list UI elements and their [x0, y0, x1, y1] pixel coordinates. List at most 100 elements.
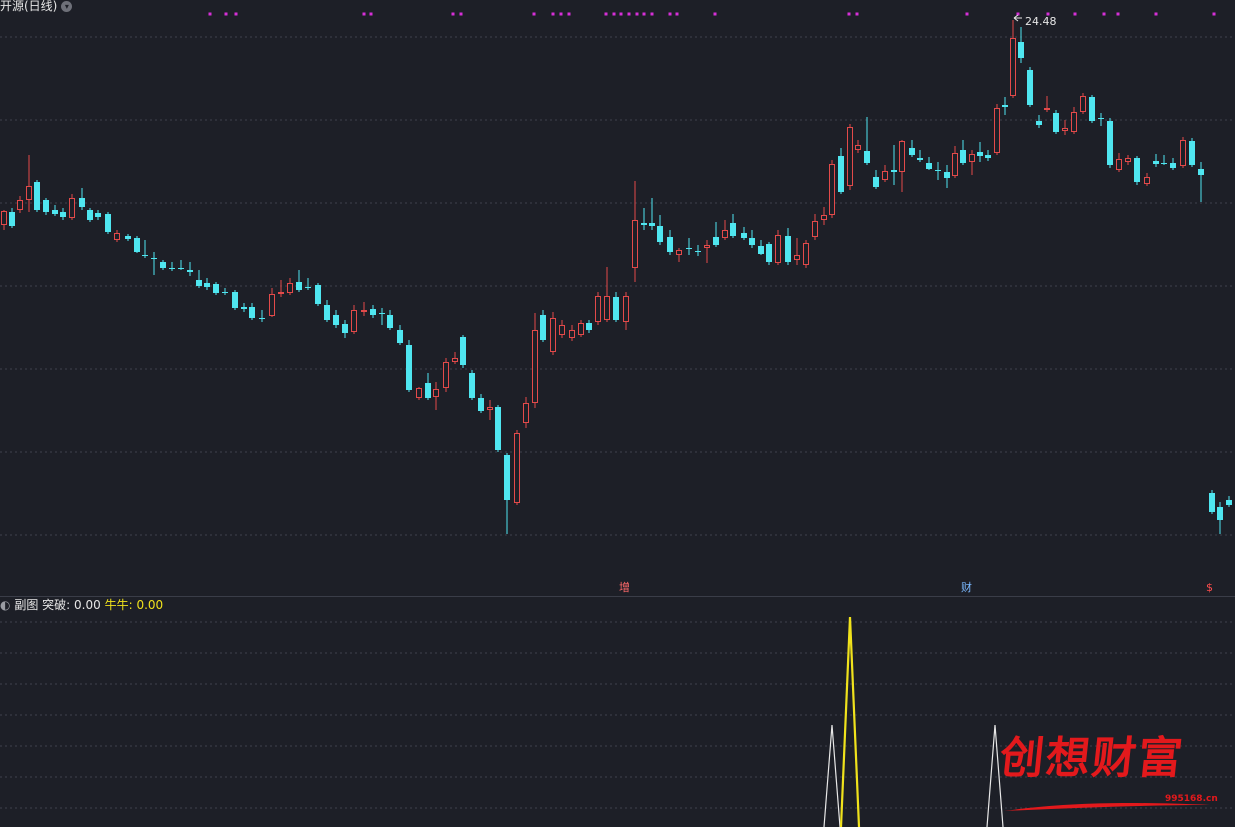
candle-up: [69, 194, 75, 220]
signal-dot: [208, 12, 212, 16]
candle-body: [977, 152, 983, 156]
candle-down: [1170, 158, 1176, 170]
candle-up: [969, 150, 975, 175]
candle-body: [569, 330, 575, 338]
candle-body: [278, 292, 284, 294]
niuniu-spike: [839, 616, 861, 827]
candle-body: [695, 251, 701, 252]
candle-body: [1116, 159, 1122, 170]
candle-body: [79, 198, 85, 207]
candle-down: [79, 188, 85, 210]
candle-up: [803, 240, 809, 268]
candle-down: [686, 238, 692, 255]
candle-body: [26, 186, 32, 200]
candle-body: [1134, 158, 1140, 182]
chevron-down-icon[interactable]: ▾: [61, 1, 73, 12]
candle-body: [1098, 118, 1104, 119]
candle-body: [34, 182, 40, 210]
candle-down: [222, 288, 228, 295]
candle-body: [169, 268, 175, 269]
candle-up: [550, 312, 556, 355]
candle-down: [125, 234, 131, 241]
candle-down: [749, 230, 755, 248]
candle-down: [134, 236, 140, 253]
candle-down: [1217, 502, 1223, 534]
signal-dot: [1212, 12, 1216, 16]
candle-up: [416, 387, 422, 400]
candle-down: [397, 325, 403, 345]
candle-down: [469, 370, 475, 400]
candle-body: [1125, 158, 1131, 162]
candle-up: [1071, 107, 1077, 134]
candle-body: [1226, 500, 1232, 505]
candle-body: [899, 141, 905, 172]
candle-body: [187, 270, 193, 272]
signal-dot: [567, 12, 571, 16]
candle-body: [855, 145, 861, 150]
candle-body: [821, 215, 827, 220]
candle-body: [667, 237, 673, 252]
peak-arrow-icon: [1013, 14, 1022, 22]
candle-body: [269, 294, 275, 316]
signal-dot: [369, 12, 373, 16]
candle-body: [803, 243, 809, 265]
candle-body: [305, 287, 311, 288]
candle-up: [514, 430, 520, 505]
candle-body: [222, 292, 228, 293]
candle-body: [495, 407, 501, 450]
candle-body: [1161, 163, 1167, 164]
candle-body: [1027, 70, 1033, 105]
candle-body: [1080, 96, 1086, 112]
candle-body: [785, 236, 791, 262]
candle-body: [232, 292, 238, 308]
candle-body: [909, 148, 915, 155]
candle-up: [1180, 137, 1186, 168]
candle-body: [758, 246, 764, 254]
candle-up: [829, 160, 835, 218]
signal-dot: [551, 12, 555, 16]
candle-body: [812, 221, 818, 237]
candle-body: [416, 388, 422, 398]
candle-body: [994, 108, 1000, 153]
candle-down: [52, 205, 58, 216]
candle-down: [873, 170, 879, 189]
candle-down: [977, 142, 983, 162]
candle-up: [433, 382, 439, 410]
candle-body: [952, 153, 958, 176]
candle-body: [713, 237, 719, 245]
signal-dot: [1116, 12, 1120, 16]
candle-up: [812, 214, 818, 240]
signal-dot: [675, 12, 679, 16]
candle-down: [333, 310, 339, 328]
candle-down: [9, 208, 15, 228]
candle-down: [586, 320, 592, 333]
candle-up: [569, 325, 575, 341]
candle-body: [550, 318, 556, 352]
candle-body: [151, 258, 157, 259]
candle-up: [269, 288, 275, 317]
candle-up: [704, 240, 710, 263]
candle-body: [1153, 161, 1159, 164]
candle-body: [730, 223, 736, 236]
candle-down: [730, 214, 736, 238]
candle-up: [882, 165, 888, 182]
signal-dot: [847, 12, 851, 16]
candle-body: [478, 398, 484, 411]
signal-dot: [1154, 12, 1158, 16]
candle-body: [623, 296, 629, 322]
candle-body: [891, 170, 897, 172]
candle-down: [478, 394, 484, 413]
candle-body: [604, 296, 610, 320]
candle-body: [425, 383, 431, 398]
signal-dot: [234, 12, 238, 16]
candle-body: [613, 297, 619, 320]
candle-down: [785, 228, 791, 265]
candle-body: [160, 262, 166, 268]
candle-down: [370, 305, 376, 318]
candle-down: [766, 242, 772, 265]
candle-up: [604, 267, 610, 322]
candle-body: [873, 177, 879, 187]
price-candlestick-chart[interactable]: [0, 0, 1235, 596]
candle-body: [1089, 97, 1095, 121]
candle-up: [1116, 153, 1122, 172]
